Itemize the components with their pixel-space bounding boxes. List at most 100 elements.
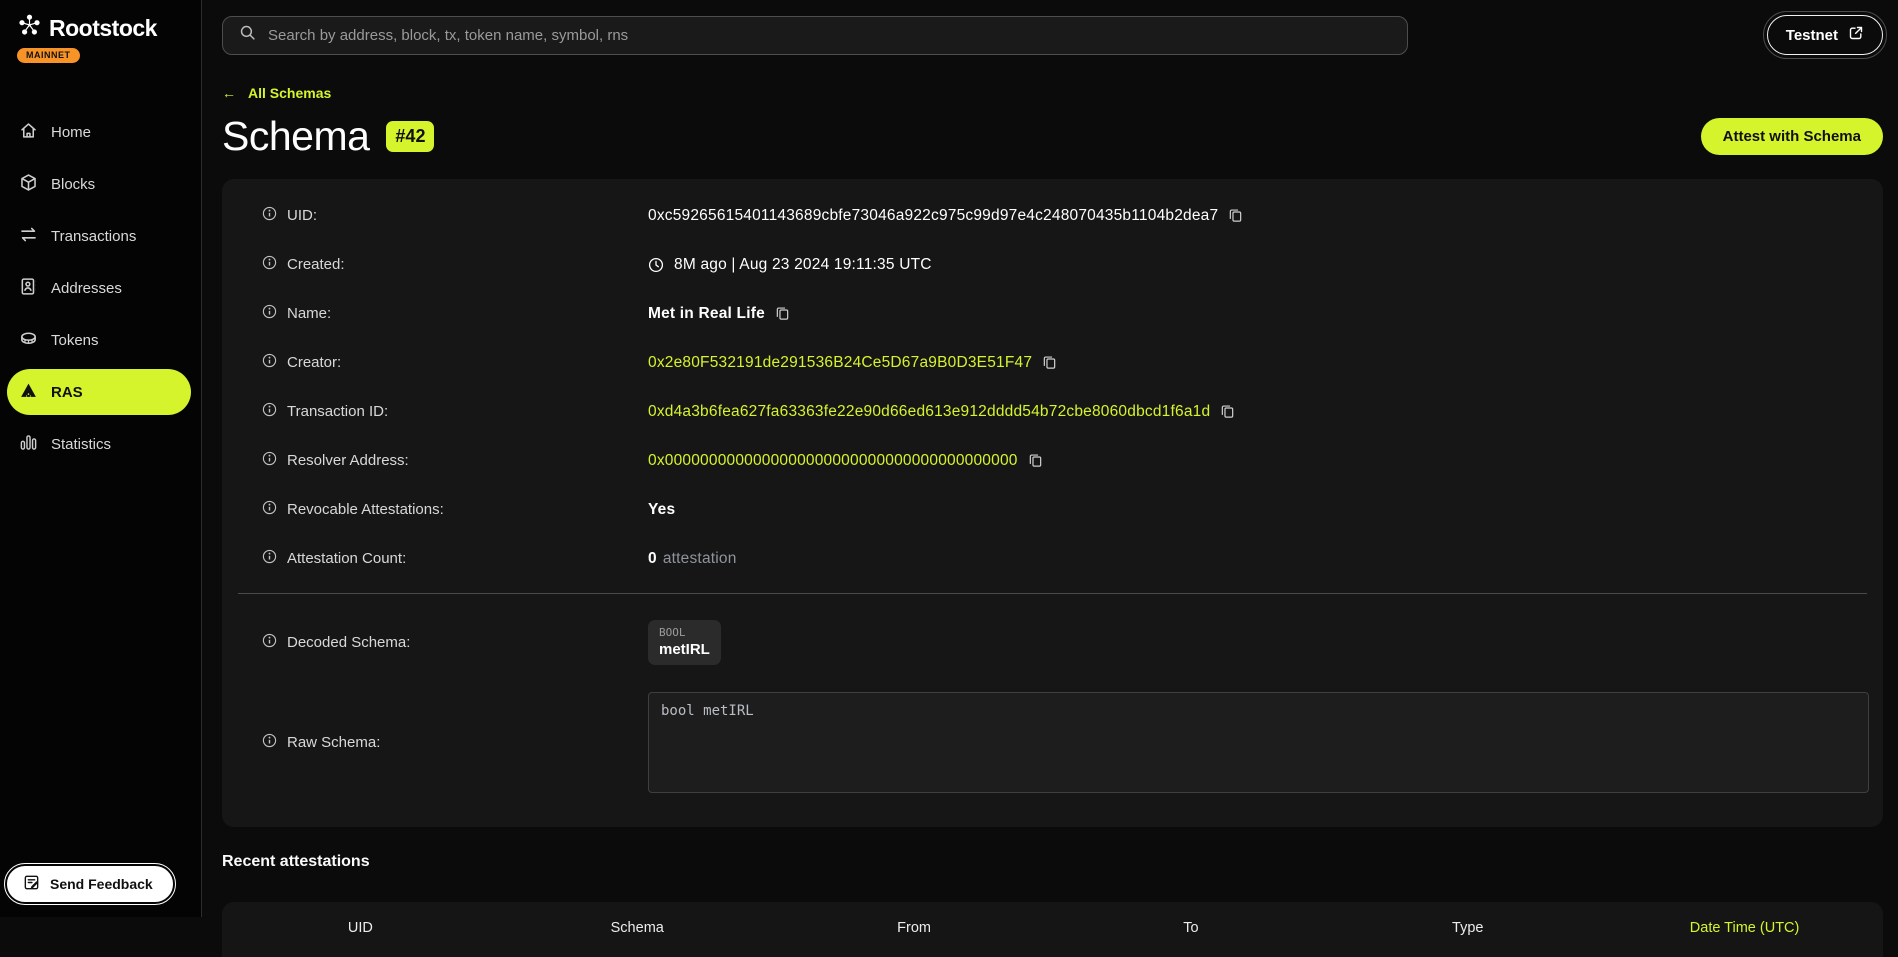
sidebar-nav: Home Blocks Transactions Addresses Token… (0, 109, 201, 467)
revocable-label: Revocable Attestations: (287, 501, 444, 518)
clock-icon (648, 257, 664, 273)
created-label: Created: (287, 256, 345, 273)
column-header-uid: UID (222, 920, 499, 936)
detail-row-name: Name: Met in Real Life (222, 289, 1883, 338)
sidebar-item-label: Transactions (51, 228, 136, 245)
transaction-id-link[interactable]: 0xd4a3b6fea627fa63363fe22e90d66ed613e912… (648, 403, 1210, 421)
swap-arrows-icon (19, 225, 38, 248)
raw-schema-label: Raw Schema: (287, 734, 380, 751)
resolver-address-label: Resolver Address: (287, 452, 409, 469)
decoded-field-chip: BOOL metIRL (648, 620, 721, 665)
ras-attestation-icon (19, 381, 38, 404)
cube-icon (19, 173, 38, 196)
revocable-value: Yes (648, 501, 675, 519)
decoded-schema-label: Decoded Schema: (287, 634, 410, 651)
attestation-count-value: 0 (648, 550, 657, 568)
copy-icon[interactable] (775, 306, 790, 321)
creator-label: Creator: (287, 354, 341, 371)
detail-row-creator: Creator: 0x2e80F532191de291536B24Ce5D67a… (222, 338, 1883, 387)
info-icon[interactable] (262, 255, 277, 274)
sidebar-item-label: Statistics (51, 436, 111, 453)
resolver-address-link[interactable]: 0x00000000000000000000000000000000000000… (648, 452, 1018, 470)
copy-icon[interactable] (1228, 208, 1243, 223)
sidebar-item-transactions[interactable]: Transactions (0, 213, 201, 259)
info-icon[interactable] (262, 451, 277, 470)
search-bar[interactable] (222, 16, 1408, 55)
sidebar-item-statistics[interactable]: Statistics (0, 421, 201, 467)
uid-label: UID: (287, 207, 317, 224)
send-feedback-button[interactable]: Send Feedback (5, 864, 175, 904)
sidebar-item-blocks[interactable]: Blocks (0, 161, 201, 207)
created-value: 8M ago | Aug 23 2024 19:11:35 UTC (674, 256, 932, 274)
recent-attestations-table: UID Schema From To Type Date Time (UTC) (222, 902, 1883, 957)
info-icon[interactable] (262, 633, 277, 652)
send-feedback-label: Send Feedback (50, 876, 153, 892)
detail-row-revocable: Revocable Attestations: Yes (222, 485, 1883, 534)
info-icon[interactable] (262, 500, 277, 519)
copy-icon[interactable] (1028, 453, 1043, 468)
network-switch-label: Testnet (1786, 27, 1838, 44)
sidebar-item-home[interactable]: Home (0, 109, 201, 155)
network-switch-button[interactable]: Testnet (1767, 15, 1883, 55)
name-label: Name: (287, 305, 331, 322)
info-icon[interactable] (262, 353, 277, 372)
sidebar-item-label: Addresses (51, 280, 122, 297)
sidebar-item-addresses[interactable]: Addresses (0, 265, 201, 311)
feedback-note-icon (23, 874, 40, 894)
detail-row-raw-schema: Raw Schema: bool metIRL (222, 692, 1883, 793)
detail-row-transaction-id: Transaction ID: 0xd4a3b6fea627fa63363fe2… (222, 387, 1883, 436)
search-input[interactable] (268, 27, 1391, 44)
coin-icon (19, 329, 38, 352)
creator-address-link[interactable]: 0x2e80F532191de291536B24Ce5D67a9B0D3E51F… (648, 354, 1032, 372)
contact-card-icon (19, 277, 38, 300)
sidebar-item-ras[interactable]: RAS (7, 369, 191, 415)
uid-value: 0xc59265615401143689cbfe73046a922c975c99… (648, 207, 1218, 225)
column-header-from: From (776, 920, 1053, 936)
info-icon[interactable] (262, 206, 277, 225)
page-title: Schema (222, 113, 369, 160)
sidebar-item-label: Tokens (51, 332, 99, 349)
detail-row-decoded-schema: Decoded Schema: BOOL metIRL (222, 608, 1883, 676)
recent-attestations-heading: Recent attestations (222, 853, 1883, 871)
brand-name: Rootstock (49, 15, 157, 42)
sidebar-item-label: Home (51, 124, 91, 141)
sidebar: Rootstock MAINNET Home Blocks Transactio… (0, 0, 202, 917)
info-icon[interactable] (262, 304, 277, 323)
search-icon (239, 24, 256, 46)
sidebar-item-tokens[interactable]: Tokens (0, 317, 201, 363)
breadcrumb-label: All Schemas (248, 85, 331, 101)
rootstock-logo-icon (17, 13, 42, 43)
topbar: Testnet (202, 0, 1898, 55)
home-icon (19, 121, 38, 144)
mainnet-badge[interactable]: MAINNET (17, 48, 80, 63)
table-header-row: UID Schema From To Type Date Time (UTC) (222, 902, 1883, 936)
attestation-count-suffix: attestation (663, 550, 737, 568)
column-header-type: Type (1329, 920, 1606, 936)
info-icon[interactable] (262, 402, 277, 421)
breadcrumb-all-schemas[interactable]: ← All Schemas (222, 85, 331, 101)
raw-schema-textarea[interactable]: bool metIRL (648, 692, 1869, 793)
attest-with-schema-button[interactable]: Attest with Schema (1701, 118, 1883, 155)
decoded-field-type: BOOL (659, 626, 710, 639)
sidebar-item-label: RAS (51, 384, 83, 401)
column-header-to: To (1053, 920, 1330, 936)
info-icon[interactable] (262, 549, 277, 568)
page-content: ← All Schemas Schema #42 Attest with Sch… (202, 55, 1898, 957)
schema-number-badge: #42 (386, 121, 434, 152)
section-divider (238, 593, 1867, 594)
copy-icon[interactable] (1042, 355, 1057, 370)
column-header-datetime[interactable]: Date Time (UTC) (1606, 920, 1883, 936)
info-icon[interactable] (262, 733, 277, 752)
external-link-icon (1848, 25, 1864, 45)
title-row: Schema #42 Attest with Schema (222, 113, 1883, 160)
detail-row-attestation-count: Attestation Count: 0 attestation (222, 534, 1883, 583)
detail-row-created: Created: 8M ago | Aug 23 2024 19:11:35 U… (222, 240, 1883, 289)
transaction-id-label: Transaction ID: (287, 403, 388, 420)
copy-icon[interactable] (1220, 404, 1235, 419)
main-area: Testnet ← All Schemas Schema #42 Attest … (202, 0, 1898, 917)
column-header-schema: Schema (499, 920, 776, 936)
schema-details-card: UID: 0xc59265615401143689cbfe73046a922c9… (222, 179, 1883, 827)
back-arrow-icon: ← (222, 85, 236, 101)
detail-row-resolver-address: Resolver Address: 0x00000000000000000000… (222, 436, 1883, 485)
brand-logo[interactable]: Rootstock (0, 0, 201, 43)
